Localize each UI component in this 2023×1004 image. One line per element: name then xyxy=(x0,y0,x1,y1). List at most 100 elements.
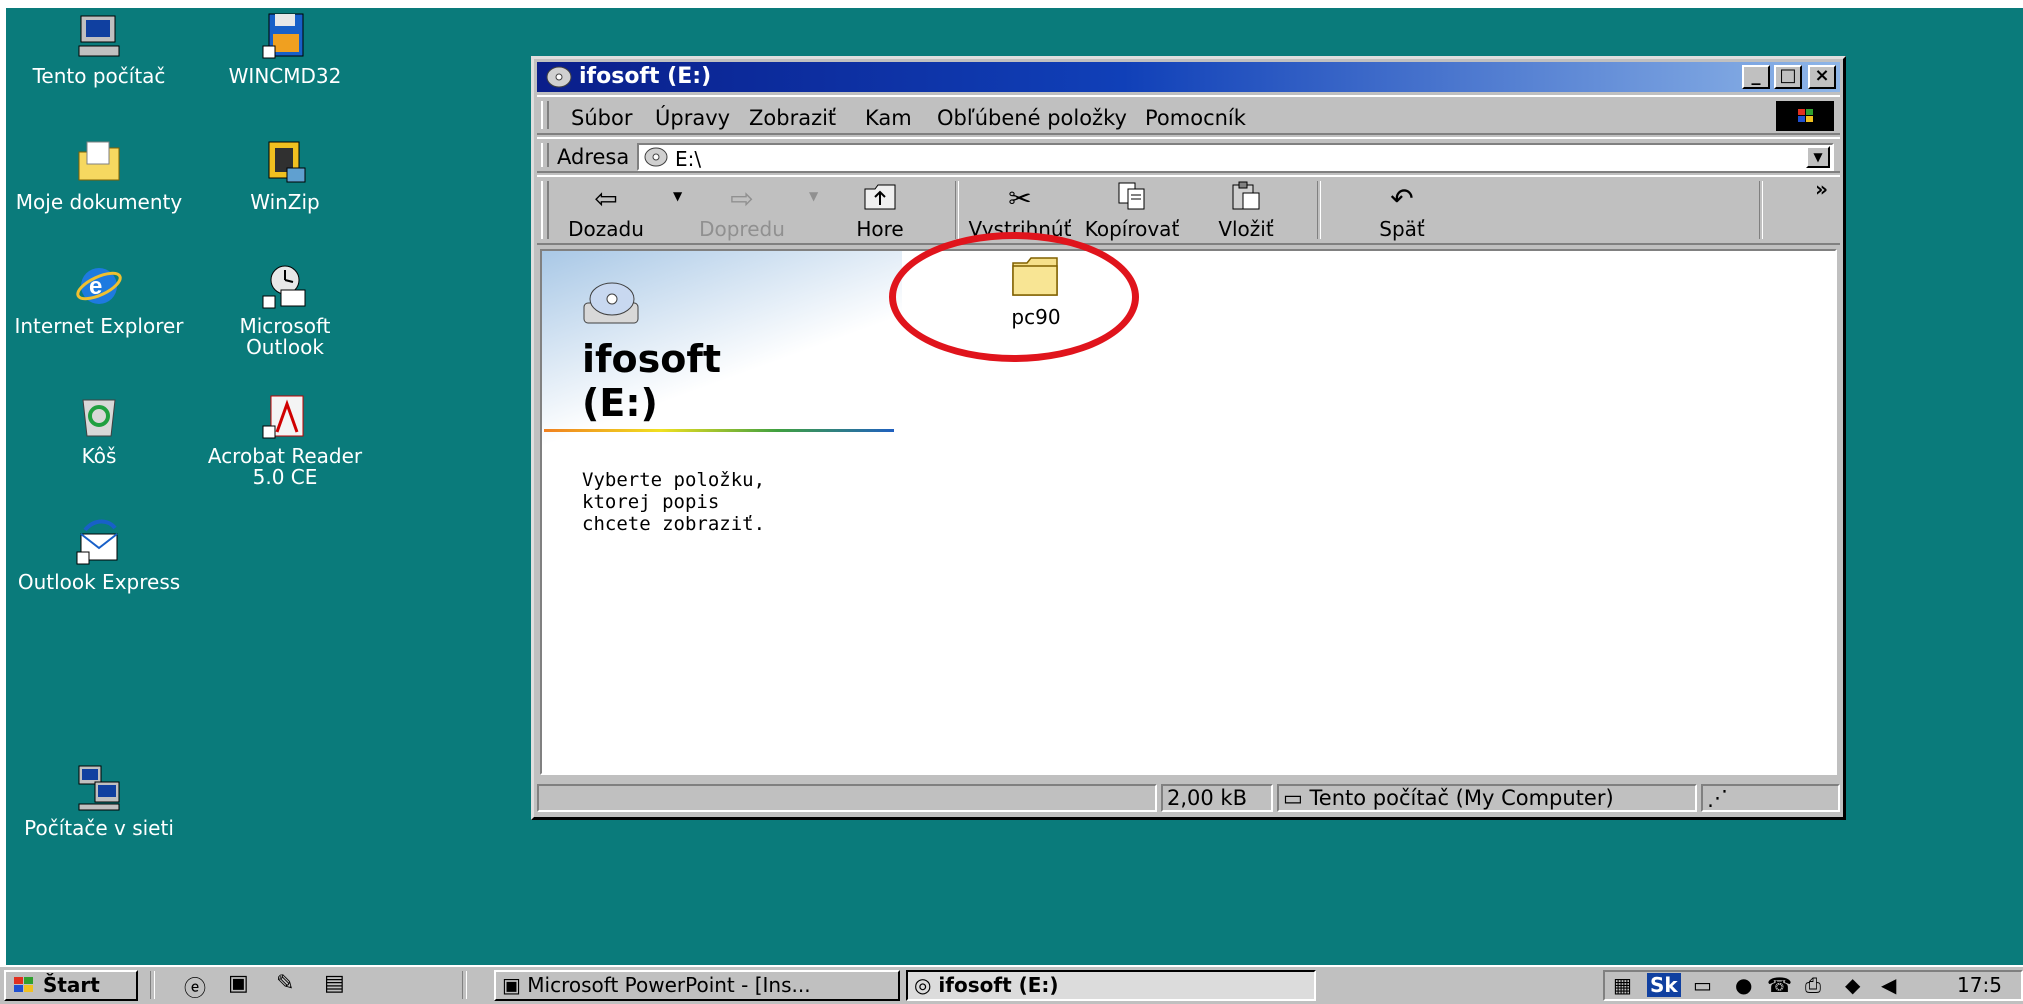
desktop-icon-outlook-express[interactable]: Outlook Express xyxy=(14,518,184,593)
back-dropdown-icon[interactable]: ▼ xyxy=(673,189,682,203)
quicklaunch-desktop-icon[interactable]: ▣ xyxy=(228,971,249,996)
menu-view[interactable]: Zobraziť xyxy=(749,106,836,130)
desktop-icon-my-computer[interactable]: Tento počítač xyxy=(14,12,184,87)
menu-favorites[interactable]: Obľúbené položky xyxy=(937,106,1127,130)
internet-explorer-icon: e xyxy=(75,262,123,310)
desktop-icon-acrobat[interactable]: Acrobat Reader 5.0 CE xyxy=(200,392,370,488)
forward-arrow-icon: ⇨ xyxy=(730,182,754,215)
desktop-icon-outlook[interactable]: Microsoft Outlook xyxy=(200,262,370,358)
tray-monitor-icon[interactable]: ▭ xyxy=(1693,973,1712,997)
system-tray: ▦ Sk ▭ ● ☎ ⎙ ◆ ◀ 17:5 xyxy=(1603,970,2023,1001)
web-view-panel: ifosoft (E:) Vyberte položku, ktorej pop… xyxy=(542,251,902,773)
up-button[interactable]: Hore xyxy=(825,181,935,241)
explorer-window: ifosoft (E:) _ □ × Súbor Úpravy Zobraziť… xyxy=(531,56,1846,820)
minimize-button[interactable]: _ xyxy=(1742,65,1770,89)
title-bar[interactable]: ifosoft (E:) _ □ × xyxy=(537,62,1840,92)
paste-icon xyxy=(1191,181,1301,217)
quicklaunch-notepad-icon[interactable]: ✎ xyxy=(276,971,294,996)
up-folder-icon xyxy=(825,181,935,217)
cd-drive-icon xyxy=(545,65,573,95)
powerpoint-icon: ▣ xyxy=(502,973,521,997)
close-button[interactable]: × xyxy=(1808,65,1836,89)
desktop-icon-my-documents[interactable]: Moje dokumenty xyxy=(14,138,184,213)
cd-drive-large-icon xyxy=(582,279,642,333)
language-indicator[interactable]: Sk xyxy=(1647,973,1681,997)
address-dropdown-button[interactable]: ▼ xyxy=(1806,146,1830,168)
desktop-icon-network[interactable]: Počítače v sieti xyxy=(14,764,184,839)
toolbar-grip xyxy=(541,181,549,239)
copy-icon xyxy=(1077,181,1187,217)
menu-bar: Súbor Úpravy Zobraziť Kam Obľúbené polož… xyxy=(537,95,1840,135)
tray-tool-icon[interactable]: ◆ xyxy=(1845,973,1860,997)
paste-button[interactable]: Vložiť xyxy=(1191,181,1301,241)
scissors-icon: ✂ xyxy=(1008,182,1032,215)
menu-file[interactable]: Súbor xyxy=(571,106,632,130)
status-location-panel: ▭ Tento počítač (My Computer) xyxy=(1277,784,1697,812)
outlook-express-icon xyxy=(75,518,123,566)
folder-view: ifosoft (E:) Vyberte položku, ktorej pop… xyxy=(540,249,1837,775)
menu-edit[interactable]: Úpravy xyxy=(655,106,730,130)
forward-dropdown-icon[interactable]: ▼ xyxy=(809,189,818,203)
desktop-icon-internet-explorer[interactable]: e Internet Explorer xyxy=(14,262,184,337)
menu-grip xyxy=(541,101,549,129)
wincmd-icon xyxy=(261,12,309,60)
quicklaunch-floppy-icon[interactable]: ▤ xyxy=(324,971,345,996)
network-icon xyxy=(75,764,123,812)
toolbar-separator xyxy=(955,181,959,239)
address-label: Adresa xyxy=(557,145,630,169)
address-grip xyxy=(541,143,549,167)
back-button[interactable]: ⇦ Dozadu xyxy=(551,181,661,241)
drive-title: ifosoft (E:) xyxy=(582,337,722,425)
windows-logo-icon xyxy=(1776,101,1834,131)
selection-hint: Vyberte položku, ktorej popis chcete zob… xyxy=(582,469,766,535)
desktop-icon-wincmd[interactable]: WINCMD32 xyxy=(200,12,370,87)
undo-button[interactable]: ↶ Späť xyxy=(1347,181,1457,241)
cd-drive-task-icon: ◎ xyxy=(914,973,932,997)
highlight-circle-annotation xyxy=(889,232,1139,362)
recycle-bin-icon xyxy=(75,392,123,440)
acrobat-icon xyxy=(261,392,309,440)
my-computer-small-icon: ▭ xyxy=(1283,786,1303,810)
svg-text:e: e xyxy=(89,273,102,300)
tasks-grip xyxy=(462,971,467,999)
menu-go[interactable]: Kam xyxy=(865,106,912,130)
status-size: 2,00 kB xyxy=(1161,784,1273,812)
tray-phone-icon[interactable]: ☎ xyxy=(1767,973,1792,997)
start-button[interactable]: Štart xyxy=(4,970,138,1001)
address-bar: Adresa E:\ ▼ xyxy=(537,137,1840,173)
clock[interactable]: 17:5 xyxy=(1957,973,2002,997)
desktop-icon-recycle-bin[interactable]: Kôš xyxy=(14,392,184,467)
volume-icon[interactable]: ◀ xyxy=(1881,973,1896,997)
resize-grip-icon[interactable]: ⋰ xyxy=(1701,784,1840,812)
maximize-button[interactable]: □ xyxy=(1774,65,1802,89)
winzip-icon xyxy=(261,138,309,186)
tray-printer-icon[interactable]: ⎙ xyxy=(1805,973,1821,997)
back-arrow-icon: ⇦ xyxy=(594,182,618,215)
copy-button[interactable]: Kopírovať xyxy=(1077,181,1187,241)
tray-antivirus-icon[interactable]: ● xyxy=(1735,973,1752,997)
toolbar-separator xyxy=(1759,181,1763,239)
address-drive-icon xyxy=(643,146,669,173)
taskbar: Štart ⓔ ▣ ✎ ▤ ▣ Microsoft PowerPoint - [… xyxy=(0,965,2023,1004)
quicklaunch-grip xyxy=(150,971,155,999)
status-panel-empty xyxy=(537,784,1157,812)
my-computer-icon xyxy=(75,12,123,60)
forward-button[interactable]: ⇨ Dopredu xyxy=(687,181,797,241)
windows-flag-icon xyxy=(12,973,43,997)
toolbar-more-chevron-icon[interactable]: » xyxy=(1815,177,1828,201)
toolbar-separator xyxy=(1317,181,1321,239)
desktop: Tento počítač WINCMD32 Moje dokumenty Wi… xyxy=(0,0,2023,965)
desktop-icon-winzip[interactable]: WinZip xyxy=(200,138,370,213)
undo-icon: ↶ xyxy=(1390,182,1414,215)
quicklaunch-ie-icon[interactable]: ⓔ xyxy=(184,971,206,1003)
tray-network-icon[interactable]: ▦ xyxy=(1613,973,1632,997)
start-label: Štart xyxy=(42,973,100,997)
status-bar: 2,00 kB ▭ Tento počítač (My Computer) ⋰ xyxy=(537,782,1840,814)
task-button-explorer[interactable]: ◎ ifosoft (E:) xyxy=(906,970,1316,1001)
window-title: ifosoft (E:) xyxy=(579,64,712,89)
address-input[interactable]: E:\ ▼ xyxy=(637,143,1834,171)
colored-divider xyxy=(544,429,894,432)
menu-help[interactable]: Pomocník xyxy=(1145,106,1246,130)
task-button-powerpoint[interactable]: ▣ Microsoft PowerPoint - [Ins... xyxy=(494,970,900,1001)
outlook-icon xyxy=(261,262,309,310)
